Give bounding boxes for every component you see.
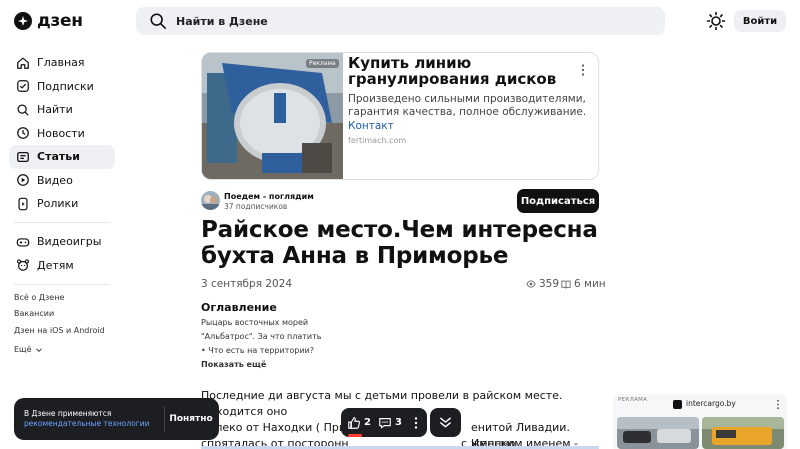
sidebar-item-label: Видео [37,173,73,187]
likes-count: 2 [364,417,371,428]
sidebar-item-video[interactable]: Видео [9,169,115,193]
sidebar-item-subscriptions[interactable]: Подписки [9,75,115,99]
sidebar-item-label: Видеоигры [37,235,102,249]
shorts-icon [18,197,28,211]
more-vertical-icon[interactable] [580,63,586,77]
book-icon [561,280,571,289]
subscriptions-icon [17,80,29,93]
like-indicator [348,434,362,437]
views-value: 359 [539,278,560,290]
video-icon [17,174,29,187]
footer-link-apps[interactable]: Дзен на iOS и Android [14,326,105,342]
side-ad-card[interactable]: РЕКЛАМА intercargo.by [613,394,787,449]
ad-badge: Реклама [306,59,339,68]
logo-text: дзен [37,11,83,31]
news-icon [17,127,29,140]
channel-avatar[interactable] [201,191,220,210]
toc-item[interactable]: • Что есть на территории? [201,346,314,355]
toc-item[interactable]: Рыцарь восточных морей [201,318,308,327]
side-ad-image-cars [617,417,699,449]
sidebar-item-label: Новости [37,126,85,140]
cookie-tech-link[interactable]: рекомендательные технологии [24,419,149,429]
sidebar-item-kids[interactable]: Детям [9,254,115,278]
reaction-bar: 2 3 [341,408,427,437]
sidebar-item-videogames[interactable]: Видеоигры [9,230,115,254]
side-ad-favicon [673,400,682,409]
theme-toggle-sun-icon[interactable] [706,11,726,31]
side-ad-label: РЕКЛАМА [618,397,648,403]
home-icon [17,57,29,69]
sidebar-item-news[interactable]: Новости [9,122,115,146]
like-button[interactable]: 2 [347,408,371,437]
search-input[interactable] [176,7,646,35]
toc-title: Оглавление [201,301,277,314]
views-count: 359 [526,278,559,290]
side-ad-image-truck [702,417,784,449]
footer-link-vacancies[interactable]: Вакансии [14,309,105,325]
ad-image [202,53,343,179]
search-icon [150,13,167,30]
channel-subscribers: 37 подписчиков [224,202,288,211]
comments-button[interactable]: 3 [378,408,402,437]
more-vertical-icon[interactable] [776,399,780,410]
cookie-accept-button[interactable]: Понятно [166,410,216,428]
search-bar[interactable] [136,7,665,35]
sidebar-nav: Главная Подписки Найти Новости Статьи Ви… [9,51,115,216]
cookie-text: В Дзене применяются рекомендательные тех… [24,409,149,429]
channel-name[interactable]: Поедем - поглядим [224,192,314,201]
dzen-logo-icon [14,12,32,30]
comment-icon [379,417,391,428]
eye-icon [526,280,536,288]
thumbs-up-icon [348,416,361,429]
collapse-button[interactable] [430,408,461,437]
comments-count: 3 [395,417,402,428]
login-button[interactable]: Войти [734,10,786,32]
sidebar-item-search[interactable]: Найти [9,98,115,122]
cookie-notice: В Дзене применяются рекомендательные тех… [14,398,219,440]
toc-show-more[interactable]: Показать ещё [201,360,266,369]
publish-date: 3 сентября 2024 [201,278,293,290]
search-icon [17,104,29,116]
more-vertical-icon[interactable] [413,416,419,430]
footer-link-more[interactable]: Ещё [14,342,105,358]
read-time-value: 6 мин [574,278,606,290]
kids-icon [16,259,30,272]
sidebar-nav-secondary: Видеоигры Детям [9,230,115,277]
articles-icon [17,151,29,162]
footer-link-more-label: Ещё [14,345,32,355]
ad-contact-link[interactable]: Контакт [348,120,394,132]
sidebar-footer-links: Всё о Дзене Вакансии Дзен на iOS и Andro… [14,293,105,358]
ad-title[interactable]: Купить линию гранулирования дисков [348,55,568,87]
cookie-divider [164,406,165,432]
side-ad-domain[interactable]: intercargo.by [686,399,736,408]
sidebar-item-articles[interactable]: Статьи [9,145,115,169]
sidebar-item-label: Главная [37,56,85,70]
article-line: далеко от Находки ( Прим [201,421,355,434]
sidebar-item-label: Ролики [37,197,79,211]
sidebar-item-home[interactable]: Главная [9,51,115,75]
gamepad-icon [16,238,30,247]
sidebar-item-label: Подписки [37,79,94,93]
ad-domain: fertimach.com [348,136,407,145]
read-time: 6 мин [561,278,606,290]
sidebar-item-label: Найти [37,103,73,117]
subscribe-button[interactable]: Подписаться [517,189,599,213]
sidebar-divider [14,222,110,223]
chevron-down-icon [35,348,42,353]
article-title: Райское место.Чем интересна бухта Анна в… [201,217,598,269]
toc-item[interactable]: "Альбатрос". За что платить [201,332,322,341]
ad-card[interactable]: Реклама Купить линию гранулирования диск… [201,52,599,180]
sidebar-item-label: Детям [37,258,74,272]
sidebar-item-shorts[interactable]: Ролики [9,192,115,216]
sidebar-divider [14,284,110,285]
ad-description: Произведено сильными производителями, га… [348,93,587,118]
cookie-line: В Дзене применяются [24,409,112,418]
dzen-logo[interactable]: дзен [14,10,83,32]
footer-link-about[interactable]: Всё о Дзене [14,293,105,309]
double-chevron-down-icon [440,417,451,428]
sidebar-item-label: Статьи [37,150,80,164]
